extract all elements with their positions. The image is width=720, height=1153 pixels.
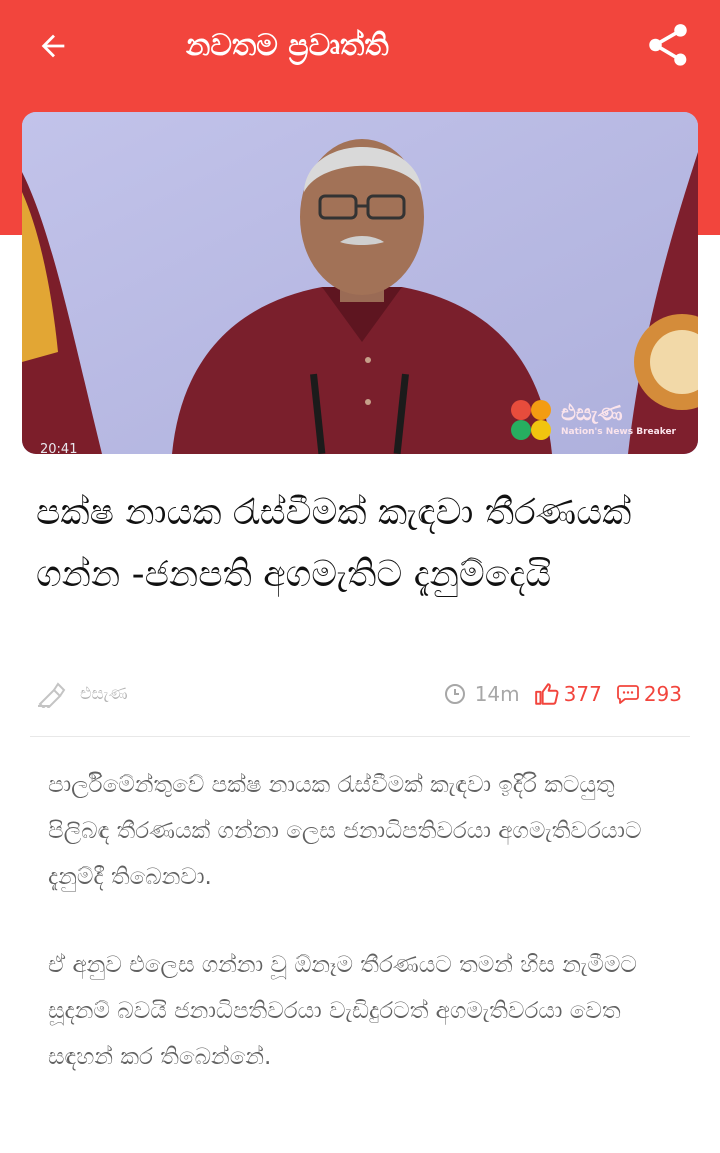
article-paragraph: ඒ අනුව එලෙස ගන්නා වූ ඕනෑම තීරණයට තමන් හි… bbox=[48, 952, 637, 1070]
author-name: එසැණ bbox=[80, 684, 128, 704]
like-button[interactable]: 377 bbox=[534, 681, 602, 707]
article-headline: පක්ෂ නායක රැස්වීමක් කැඳවා තීරණයක් ගන්න -… bbox=[36, 492, 632, 595]
article-stats: 14m 377 293 bbox=[443, 672, 682, 716]
article-image[interactable]: එසැණ Nation's News Breaker 20:41 bbox=[22, 112, 698, 454]
comment-button[interactable]: 293 bbox=[616, 682, 682, 706]
comment-count: 293 bbox=[643, 682, 682, 706]
time-info: 14m bbox=[443, 682, 534, 706]
time-ago: 14m bbox=[474, 682, 520, 706]
watermark: එසැණ Nation's News Breaker bbox=[507, 396, 676, 444]
pen-writing-icon bbox=[38, 682, 66, 708]
clock-icon bbox=[444, 684, 465, 704]
divider bbox=[30, 736, 690, 737]
share-icon bbox=[649, 24, 687, 66]
author[interactable]: එසැණ bbox=[36, 672, 128, 716]
article-paragraph: පාර්ලිමේන්තුවේ පක්ෂ නායක රැස්වීමක් කැඳවා… bbox=[48, 772, 642, 890]
article-meta: එසැණ 14m 377 293 bbox=[36, 672, 686, 716]
video-timestamp: 20:41 bbox=[40, 442, 78, 454]
logo-icon bbox=[510, 400, 551, 440]
watermark-subtitle: Nation's News Breaker bbox=[560, 427, 676, 437]
arrow-left-icon bbox=[41, 34, 65, 58]
thumbs-up-icon bbox=[534, 683, 559, 705]
like-count: 377 bbox=[563, 682, 602, 706]
page-title: නවතම ප්‍රවෘත්ති bbox=[186, 28, 389, 63]
comment-icon bbox=[616, 685, 639, 704]
back-button[interactable] bbox=[28, 24, 78, 68]
share-button[interactable] bbox=[638, 16, 698, 74]
watermark-text: එසැණ bbox=[560, 401, 623, 426]
